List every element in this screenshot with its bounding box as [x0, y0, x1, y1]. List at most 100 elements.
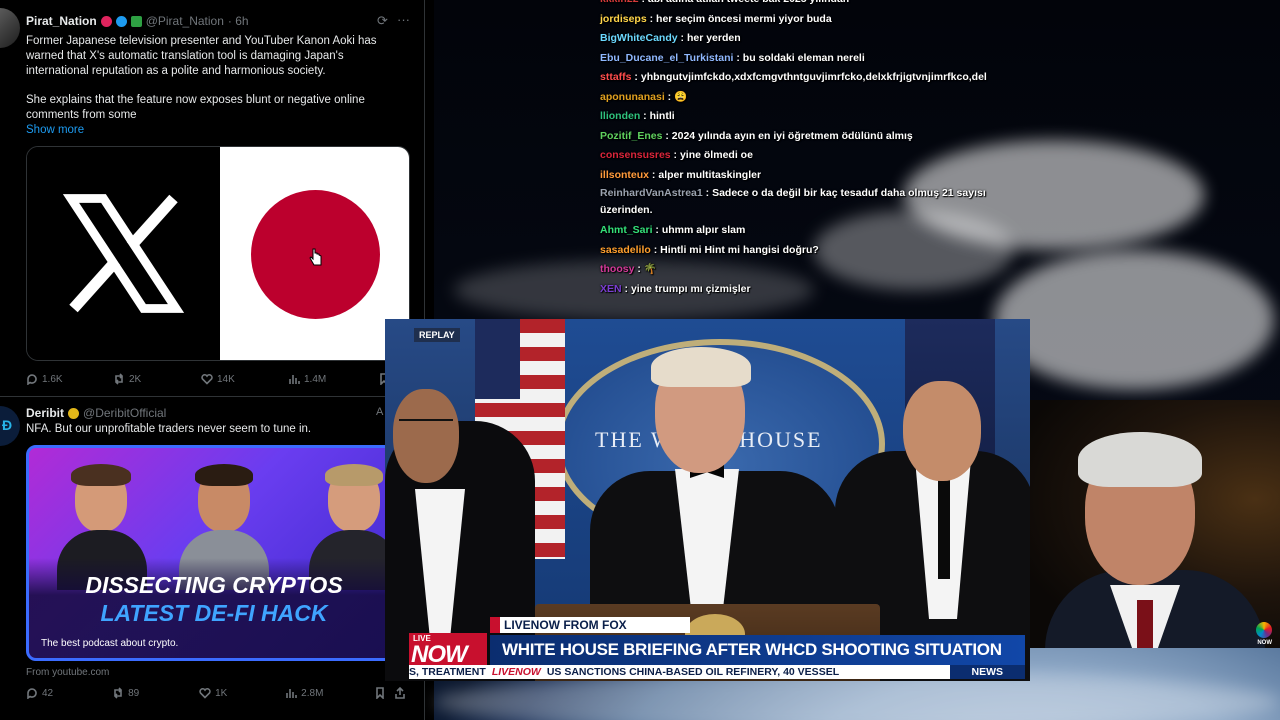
bookmark-button[interactable] [374, 687, 394, 699]
x-logo-icon [62, 194, 185, 313]
chat-message: llionden : hintli [600, 107, 1020, 127]
chat-separator: : [677, 32, 687, 44]
views-icon [289, 375, 300, 384]
share-icon [395, 687, 405, 699]
x-logo [27, 147, 220, 360]
author-handle[interactable]: @DeribitOfficial [83, 406, 166, 420]
author-handle[interactable]: @Pirat_Nation [146, 14, 224, 28]
like-button[interactable]: 1K [199, 687, 285, 699]
tweet-time[interactable]: · 6h [228, 14, 249, 28]
chat-separator: : [652, 224, 662, 236]
author-name[interactable]: Pirat_Nation [26, 14, 97, 28]
chat-separator: : [650, 243, 661, 256]
interview-video[interactable]: NOW [1030, 400, 1280, 648]
show-more-link[interactable]: Show more [26, 123, 396, 138]
chat-text: her yerden [686, 32, 741, 44]
tweet-actions: 42 89 1K 2.8M [26, 687, 406, 699]
video-card[interactable]: DISSECTING CRYPTOS LATEST DE-FI HACK The… [26, 445, 396, 661]
tie-right [938, 479, 950, 579]
interviewee-tie [1137, 600, 1153, 648]
news-ticker: S, TREATMENT LIVENOW US SANCTIONS CHINA-BA… [409, 665, 1025, 679]
chat-text: yhbngutvjimfckdo,xdxfcmgvthntguvjimrfcko… [640, 71, 987, 83]
chat-text: 😩 [674, 90, 688, 103]
chat-separator: : [664, 90, 675, 103]
nbc-peacock-icon [1256, 622, 1272, 638]
reply-count: 1.6K [42, 373, 63, 385]
hair-center [651, 347, 751, 387]
views-button[interactable]: 2.8M [285, 687, 374, 699]
repost-count: 2K [129, 373, 142, 385]
news-headline: WHITE HOUSE BRIEFING AFTER WHCD SHOOTING… [490, 635, 1025, 665]
tweet-header: Deribit @DeribitOfficial [26, 406, 166, 420]
repost-count: 89 [128, 687, 140, 699]
more-options-icon[interactable]: ··· [397, 12, 410, 27]
chat-text: hintli [649, 110, 675, 122]
tweet-image[interactable] [26, 146, 410, 361]
views-button[interactable]: 1.4M [288, 373, 378, 385]
ticker-brand: LIVENOW [491, 666, 541, 678]
chat-username[interactable]: llionden [600, 110, 640, 122]
verified-gold-icon [68, 407, 80, 419]
grok-icon[interactable]: ⟳ [377, 13, 388, 29]
tweet-actions: 1.6K 2K 14K 1.4M [26, 373, 406, 385]
chat-separator: : [670, 149, 680, 161]
chat-username[interactable]: ReinhardVanAstrea1 [600, 187, 703, 199]
card-source[interactable]: From youtube.com [26, 665, 396, 680]
news-video-player[interactable]: THE WHITE HOUSE REPLAY LIVENOW FROM FOX … [385, 319, 1030, 681]
chat-separator: : [649, 168, 659, 181]
views-count: 1.4M [304, 373, 327, 385]
ticker-left-text: S, TREATMENT [409, 666, 486, 678]
ticker-right-text: US SANCTIONS CHINA-BASED OIL REFINERY, 4… [546, 666, 840, 678]
chat-username[interactable]: Ebu_Ducane_el_Turkistani [600, 52, 733, 64]
chat-username[interactable]: kkkin22 [600, 0, 639, 5]
nbc-now-label: NOW [1257, 640, 1272, 646]
chat-message: Ebu_Ducane_el_Turkistani : bu soldaki el… [600, 49, 1020, 69]
replay-badge: REPLAY [414, 328, 460, 342]
reply-button[interactable]: 1.6K [26, 373, 113, 385]
chat-username[interactable]: jordiseps [600, 13, 647, 25]
like-count: 1K [215, 687, 228, 699]
tweet-deribit-ad[interactable]: Ɖ Deribit @DeribitOfficial A NFA. But ou… [0, 398, 424, 720]
avatar[interactable]: Ɖ [0, 406, 20, 446]
repost-button[interactable]: 2K [113, 373, 201, 385]
repost-button[interactable]: 89 [112, 687, 199, 699]
chat-username[interactable]: XEN [600, 283, 622, 295]
chat-username[interactable]: illsonteux [600, 169, 649, 181]
tweet-pirat-nation[interactable]: Pirat_Nation @Pirat_Nation · 6h ⟳ ··· Fo… [0, 0, 424, 397]
chat-separator: : [640, 110, 650, 122]
chat-message: kkkin22 : abi adına atılan tweete bak 20… [600, 0, 1020, 10]
twitter-feed[interactable]: Pirat_Nation @Pirat_Nation · 6h ⟳ ··· Fo… [0, 0, 425, 720]
news-badge: NEWS [949, 665, 1025, 679]
chat-username[interactable]: thoosy [600, 263, 634, 275]
mouse-cursor-icon [309, 248, 322, 266]
chat-username[interactable]: BigWhiteCandy [600, 32, 678, 44]
chat-message: jordiseps : her seçim öncesi mermi yiyor… [600, 10, 1020, 30]
reply-button[interactable]: 42 [26, 687, 112, 699]
like-button[interactable]: 14K [201, 373, 288, 385]
chat-message: ReinhardVanAstrea1 : Sadece o da değil b… [600, 185, 1020, 219]
chat-text: yine ölmedi oe [679, 149, 753, 161]
card-subtitle: The best podcast about crypto. [41, 638, 179, 649]
verified-icon [115, 15, 127, 27]
ad-marker[interactable]: A [376, 406, 383, 418]
reply-icon [27, 374, 37, 385]
author-name[interactable]: Deribit [26, 406, 64, 420]
chat-separator: : [631, 71, 641, 83]
like-count: 14K [217, 373, 235, 385]
share-button[interactable] [394, 687, 406, 699]
avatar[interactable] [0, 8, 20, 48]
chat-separator: : [702, 187, 713, 199]
card-title-2: LATEST DE-FI HACK [100, 600, 328, 626]
tweet-text: Former Japanese television presenter and… [26, 35, 377, 77]
glasses-left [399, 419, 453, 429]
chat-username[interactable]: Pozitif_Enes [600, 130, 662, 142]
chat-username[interactable]: sasadelilo [600, 244, 651, 256]
chat-username[interactable]: consensusres [600, 149, 671, 161]
reply-count: 42 [42, 687, 54, 699]
stream-chat: kkkin22 : abi adına atılan tweete bak 20… [600, 0, 1020, 299]
chat-username[interactable]: aponunanasi [600, 91, 665, 103]
tweet-text: NFA. But our unprofitable traders never … [26, 423, 312, 435]
chat-username[interactable]: Ahmt_Sari [600, 224, 653, 236]
chat-username[interactable]: sttaffs [600, 71, 632, 83]
chat-text: Hintli mi Hint mi hangisi doğru? [660, 243, 819, 256]
